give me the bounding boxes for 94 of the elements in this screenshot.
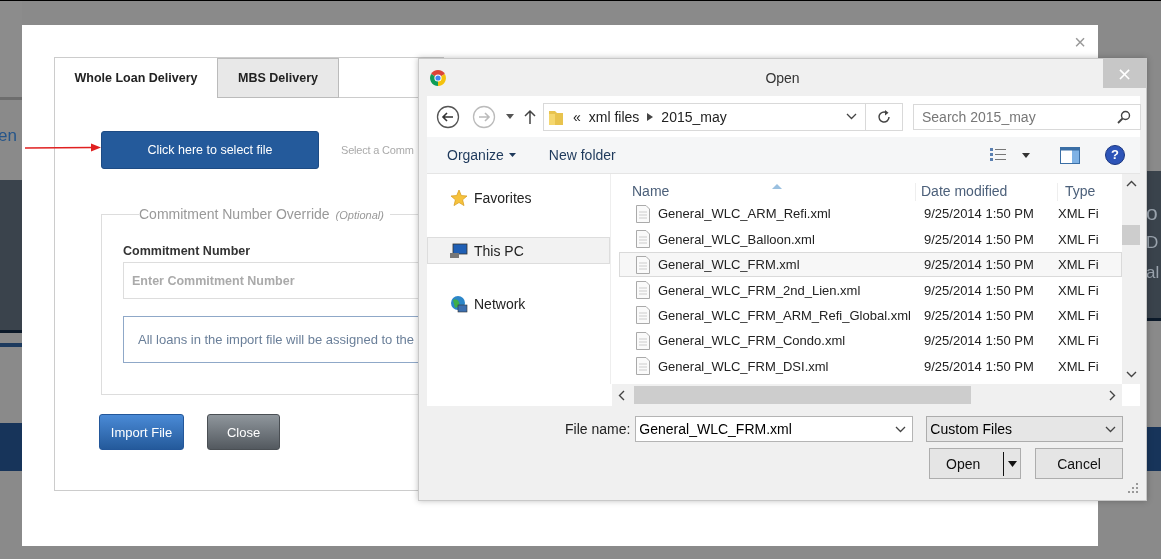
chevron-right-icon[interactable] xyxy=(1109,389,1116,401)
background-text: D xyxy=(1146,232,1160,254)
file-name: General_WLC_Balloon.xml xyxy=(658,231,815,247)
scrollbar-thumb[interactable] xyxy=(1122,225,1140,245)
file-name: General_WLC_FRM.xml xyxy=(658,257,800,273)
document-icon xyxy=(636,255,650,274)
document-icon xyxy=(636,230,650,249)
column-header[interactable]: Name xyxy=(611,183,915,201)
caret-icon xyxy=(508,153,516,157)
sort-arrow-icon xyxy=(772,184,782,189)
overflow-chevron[interactable]: « xyxy=(573,108,581,125)
document-icon xyxy=(636,204,650,223)
date-cell-text: 9/25/2014 1:50 PM xyxy=(924,307,1035,323)
organize-menu[interactable]: Organize xyxy=(447,147,516,163)
breadcrumb-item[interactable]: xml files xyxy=(588,108,640,125)
computer-icon xyxy=(450,242,468,259)
date-cell-text: 9/25/2014 1:50 PM xyxy=(924,358,1035,374)
type-cell-text: XML Fi xyxy=(1058,358,1100,374)
document-icon xyxy=(636,281,650,300)
import-button[interactable]: Import File xyxy=(99,414,184,450)
tab[interactable]: MBS Delivery xyxy=(217,58,339,98)
star-icon xyxy=(450,188,468,207)
help-button[interactable]: ? xyxy=(1105,145,1125,165)
close-button[interactable]: Close xyxy=(207,414,280,450)
file-name: General_WLC_FRM_ARM_Refi_Global.xml xyxy=(658,307,911,323)
file-row[interactable]: General_WLC_FRM_2nd_Lien.xml 9/25/2014 1:50 PM XML Fi xyxy=(619,277,1122,303)
chevron-up-icon[interactable] xyxy=(1125,180,1137,187)
file-name-field[interactable]: General_WLC_FRM.xml xyxy=(635,416,914,442)
window-title: Open xyxy=(764,69,801,86)
document-icon xyxy=(636,357,650,376)
type-cell-text: XML Fi xyxy=(1058,333,1100,349)
caret-icon[interactable] xyxy=(1022,152,1030,158)
file-name: General_WLC_FRM_DSI.xml xyxy=(658,358,829,374)
file-name: General_WLC_ARM_Refi.xml xyxy=(658,206,831,222)
separator-icon[interactable] xyxy=(647,112,654,121)
preview-pane-icon[interactable] xyxy=(1060,146,1080,164)
optional-label: (Optional) xyxy=(335,209,384,221)
date-cell-text: 9/25/2014 1:50 PM xyxy=(924,333,1035,349)
file-name: General_WLC_FRM_Condo.xml xyxy=(658,333,846,349)
resize-grip-icon[interactable] xyxy=(1128,483,1138,493)
chevron-left-icon[interactable] xyxy=(618,389,625,401)
open-button[interactable]: Open xyxy=(929,448,1021,479)
background-text: o xyxy=(1146,200,1159,226)
type-cell-text: XML Fi xyxy=(1058,257,1100,273)
nav-item[interactable]: Favorites xyxy=(427,184,610,211)
chevron-down-icon[interactable] xyxy=(1125,371,1137,378)
address-bar[interactable]: « xml files 2015_may xyxy=(543,102,866,131)
fieldset-legend: Commitment Number Override xyxy=(139,206,330,222)
document-icon xyxy=(636,331,650,350)
nav-item[interactable]: This PC xyxy=(427,237,610,264)
file-row[interactable]: General_WLC_FRM_ARM_Refi_Global.xml 9/25/2014 1:50 PM XML Fi xyxy=(619,302,1122,328)
chevron-down-icon[interactable] xyxy=(895,425,907,433)
file-row[interactable]: General_WLC_ARM_Refi.xml 9/25/2014 1:50 PM XML Fi xyxy=(619,201,1122,227)
file-name-label: File name: xyxy=(565,421,631,437)
file-row[interactable]: General_WLC_FRM_DSI.xml 9/25/2014 1:50 PM XML Fi xyxy=(619,353,1122,379)
field-label: Commitment Number xyxy=(123,244,252,258)
breadcrumb-item[interactable]: 2015_may xyxy=(661,108,727,125)
select-file-button[interactable]: Click here to select file xyxy=(101,131,319,169)
type-cell-text: XML Fi xyxy=(1058,206,1100,222)
hint-text: Select a Comm xyxy=(341,144,414,156)
date-cell-text: 9/25/2014 1:50 PM xyxy=(924,206,1035,222)
type-cell-text: XML Fi xyxy=(1058,307,1100,323)
cancel-button[interactable]: Cancel xyxy=(1035,448,1123,479)
background-panel xyxy=(0,423,22,471)
browser-logo-icon xyxy=(430,69,446,86)
back-icon[interactable] xyxy=(436,104,460,129)
chevron-down-icon[interactable] xyxy=(846,113,857,120)
caret-icon[interactable] xyxy=(1008,460,1017,467)
search-field[interactable]: Search 2015_may xyxy=(913,103,1141,130)
horizontal-scrollbar[interactable] xyxy=(612,384,1122,406)
date-cell-text: 9/25/2014 1:50 PM xyxy=(924,282,1035,298)
refresh-button[interactable] xyxy=(866,102,903,131)
file-row[interactable]: General_WLC_FRM_Condo.xml 9/25/2014 1:50 PM XML Fi xyxy=(619,328,1122,354)
refresh-icon xyxy=(876,108,892,125)
background-panel xyxy=(0,343,22,347)
file-row[interactable]: General_WLC_Balloon.xml 9/25/2014 1:50 PM XML Fi xyxy=(619,226,1122,252)
chevron-down-icon xyxy=(1105,425,1117,433)
document-icon xyxy=(636,306,650,325)
date-cell-text: 9/25/2014 1:50 PM xyxy=(924,257,1035,273)
scrollbar-thumb[interactable] xyxy=(634,386,971,404)
folder-icon xyxy=(549,108,563,125)
type-cell-text: XML Fi xyxy=(1058,282,1100,298)
type-cell-text: XML Fi xyxy=(1058,231,1100,247)
new-folder-button[interactable]: New folder xyxy=(548,147,616,163)
column-header[interactable]: Date modified xyxy=(915,183,1057,201)
globe-icon xyxy=(450,294,468,313)
file-name: General_WLC_FRM_2nd_Lien.xml xyxy=(658,282,861,298)
vertical-scrollbar[interactable] xyxy=(1122,174,1140,384)
up-arrow-icon[interactable] xyxy=(523,108,537,125)
caret-icon[interactable] xyxy=(506,114,514,119)
date-cell-text: 9/25/2014 1:50 PM xyxy=(924,231,1035,247)
file-row[interactable]: General_WLC_FRM.xml 9/25/2014 1:50 PM XML Fi xyxy=(619,252,1122,278)
background-text: al xyxy=(1146,262,1161,284)
file-type-dropdown[interactable]: Custom Files xyxy=(926,416,1124,442)
